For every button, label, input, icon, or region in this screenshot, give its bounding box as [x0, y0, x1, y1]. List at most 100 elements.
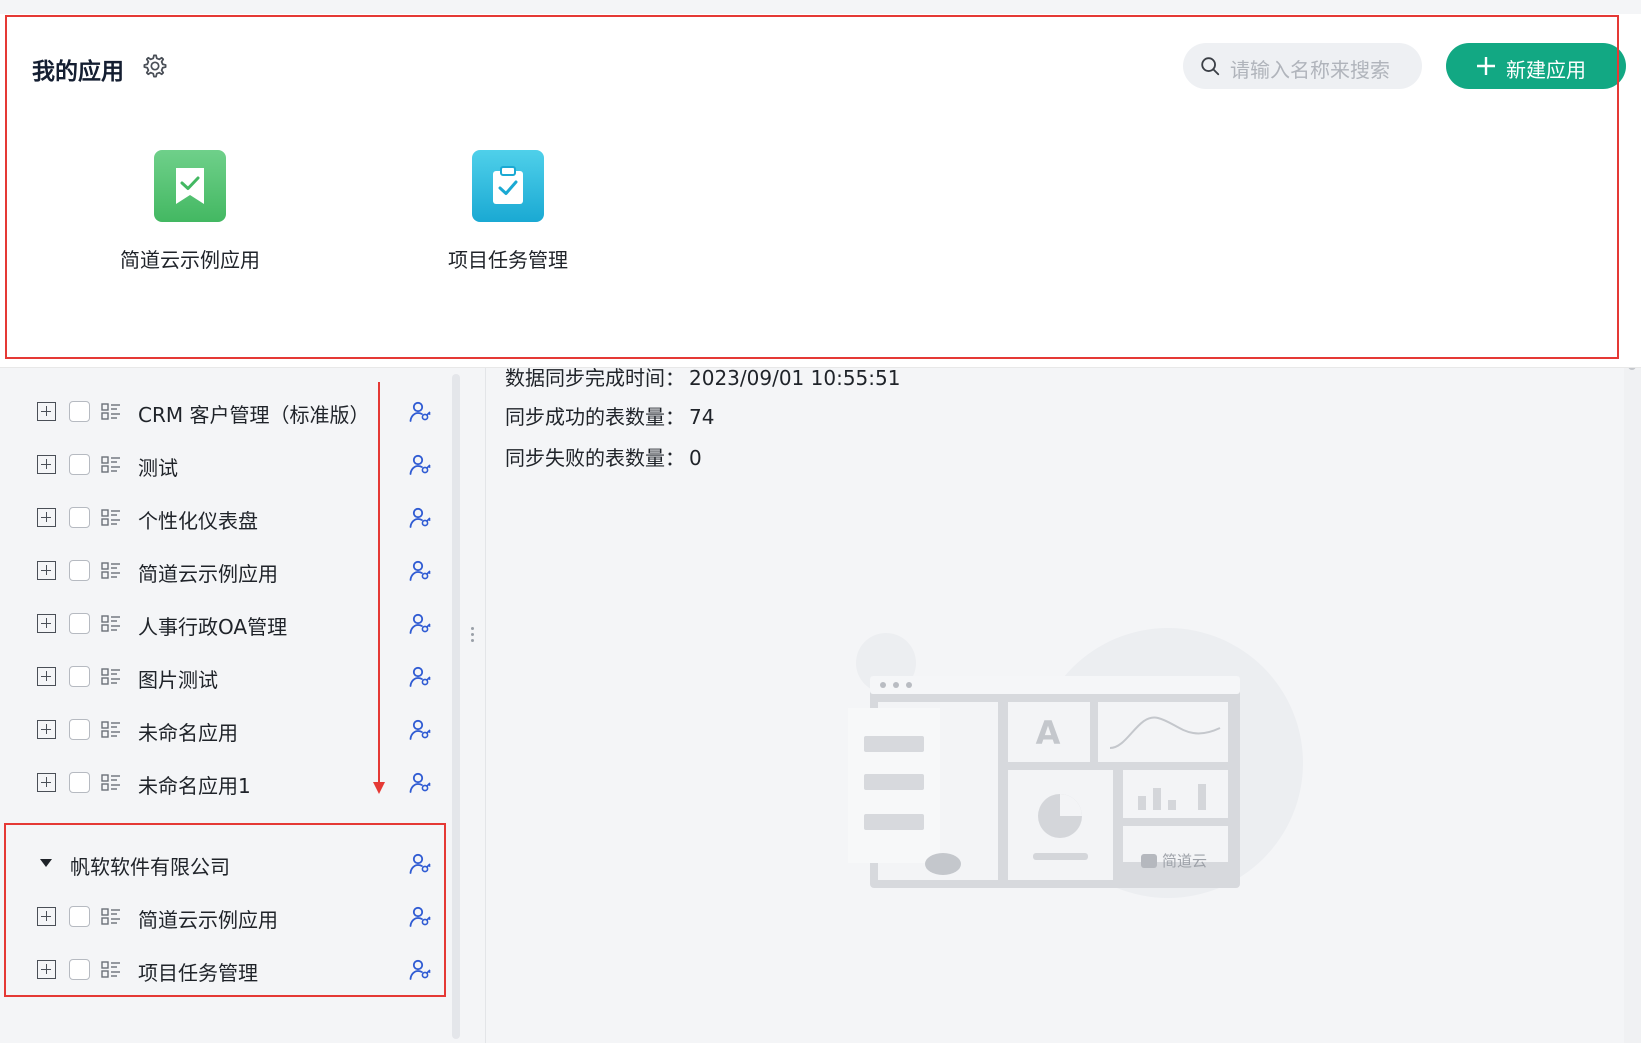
- annotation-arrow: [378, 382, 380, 784]
- gear-icon[interactable]: [142, 53, 168, 79]
- row-label: 图片测试: [138, 668, 218, 692]
- expand-plus-icon[interactable]: [37, 402, 56, 421]
- user-permission-icon[interactable]: [408, 852, 432, 876]
- app-tile[interactable]: 项目任务管理: [408, 150, 608, 280]
- row-label: 项目任务管理: [138, 961, 258, 985]
- user-permission-icon[interactable]: [408, 453, 432, 477]
- app-list-icon: [101, 402, 121, 422]
- row-checkbox[interactable]: [69, 507, 90, 528]
- user-permission-icon[interactable]: [408, 958, 432, 982]
- expand-plus-icon[interactable]: [37, 907, 56, 926]
- tree-row[interactable]: 简道云示例应用: [0, 551, 440, 591]
- app-list-icon: [101, 508, 121, 528]
- tree-row[interactable]: 未命名应用: [0, 710, 440, 750]
- app-name: 项目任务管理: [448, 248, 568, 272]
- tree-row[interactable]: 人事行政OA管理: [0, 604, 440, 644]
- search-placeholder: 请输入名称来搜索: [1230, 58, 1390, 82]
- search-icon: [1201, 57, 1220, 76]
- app-name: 简道云示例应用: [120, 248, 260, 272]
- group-label: 帆软软件有限公司: [70, 855, 230, 879]
- user-permission-icon[interactable]: [408, 612, 432, 636]
- bookmark-check-icon: [176, 168, 204, 204]
- my-apps-panel: 我的应用 请输入名称来搜索 新建应用 简道云示例应用 项目任务管理: [0, 0, 1641, 368]
- sync-time-label: 数据同步完成时间：: [505, 366, 685, 390]
- splitter-grip-dot: [471, 633, 474, 636]
- expand-plus-icon[interactable]: [37, 614, 56, 633]
- empty-state-illustration: A: [848, 628, 1303, 898]
- row-label: CRM 客户管理（标准版）: [138, 403, 370, 427]
- splitter-grip-dot: [471, 639, 474, 642]
- app-list-icon: [101, 960, 121, 980]
- sync-fail-row: 同步失败的表数量： 0: [505, 442, 702, 471]
- expand-plus-icon[interactable]: [37, 960, 56, 979]
- user-permission-icon[interactable]: [408, 506, 432, 530]
- clipboard-check-icon: [493, 166, 523, 204]
- app-list-icon: [101, 907, 121, 927]
- expand-plus-icon[interactable]: [37, 561, 56, 580]
- top-strip: [0, 0, 1641, 14]
- row-checkbox[interactable]: [69, 666, 90, 687]
- splitter-grip-dot: [471, 627, 474, 630]
- user-permission-icon[interactable]: [408, 905, 432, 929]
- tree-row[interactable]: 简道云示例应用: [0, 897, 440, 937]
- panel-title: 我的应用: [32, 59, 124, 85]
- user-permission-icon[interactable]: [408, 718, 432, 742]
- annotation-arrow-head: [373, 782, 385, 794]
- illustration-brand-label: 简道云: [1124, 850, 1224, 871]
- expand-plus-icon[interactable]: [37, 773, 56, 792]
- row-label: 简道云示例应用: [138, 562, 278, 586]
- sync-fail-label: 同步失败的表数量：: [505, 446, 685, 470]
- app-icon: [154, 150, 226, 222]
- row-checkbox[interactable]: [69, 613, 90, 634]
- row-checkbox[interactable]: [69, 906, 90, 927]
- row-checkbox[interactable]: [69, 772, 90, 793]
- tree-scrollbar[interactable]: [452, 374, 460, 1039]
- tree-row[interactable]: 测试: [0, 445, 440, 485]
- row-checkbox[interactable]: [69, 454, 90, 475]
- tree-row[interactable]: 图片测试: [0, 657, 440, 697]
- expand-plus-icon[interactable]: [37, 508, 56, 527]
- sync-success-label: 同步成功的表数量：: [505, 405, 685, 429]
- user-permission-icon[interactable]: [408, 559, 432, 583]
- expand-plus-icon[interactable]: [37, 667, 56, 686]
- pane-splitter[interactable]: [460, 368, 486, 1043]
- sync-success-row: 同步成功的表数量： 74: [505, 401, 714, 430]
- row-label: 人事行政OA管理: [138, 615, 288, 639]
- app-icon: [472, 150, 544, 222]
- row-label: 未命名应用1: [138, 774, 251, 798]
- app-list-icon: [101, 561, 121, 581]
- svg-text:A: A: [1036, 714, 1061, 752]
- user-permission-icon[interactable]: [408, 665, 432, 689]
- app-list-icon: [101, 667, 121, 687]
- expand-plus-icon[interactable]: [37, 455, 56, 474]
- user-permission-icon[interactable]: [408, 771, 432, 795]
- expand-plus-icon[interactable]: [37, 720, 56, 739]
- row-label: 简道云示例应用: [138, 908, 278, 932]
- row-checkbox[interactable]: [69, 560, 90, 581]
- tree-row[interactable]: 项目任务管理: [0, 950, 440, 990]
- brand-cloud-icon: [1140, 854, 1157, 868]
- sync-fail-value: 0: [689, 446, 702, 470]
- app-list-icon: [101, 455, 121, 475]
- tree-row[interactable]: 个性化仪表盘: [0, 498, 440, 538]
- app-list-icon: [101, 720, 121, 740]
- row-checkbox[interactable]: [69, 959, 90, 980]
- app-list-icon: [101, 773, 121, 793]
- plus-icon: [1477, 57, 1495, 75]
- tree-group-row[interactable]: 帆软软件有限公司: [0, 844, 440, 884]
- app-list-icon: [101, 614, 121, 634]
- user-permission-icon[interactable]: [408, 400, 432, 424]
- row-checkbox[interactable]: [69, 719, 90, 740]
- sync-success-value: 74: [689, 405, 715, 429]
- sync-time-value: 2023/09/01 10:55:51: [689, 366, 901, 390]
- app-tile[interactable]: 简道云示例应用: [90, 150, 290, 280]
- new-app-label: 新建应用: [1506, 58, 1586, 82]
- tree-row[interactable]: CRM 客户管理（标准版）: [0, 392, 440, 432]
- row-label: 测试: [138, 456, 178, 480]
- row-label: 个性化仪表盘: [138, 509, 258, 533]
- row-checkbox[interactable]: [69, 401, 90, 422]
- row-label: 未命名应用: [138, 721, 238, 745]
- caret-down-icon[interactable]: [40, 859, 52, 867]
- app-search-input[interactable]: 请输入名称来搜索: [1183, 43, 1422, 89]
- new-app-button[interactable]: 新建应用: [1446, 43, 1626, 89]
